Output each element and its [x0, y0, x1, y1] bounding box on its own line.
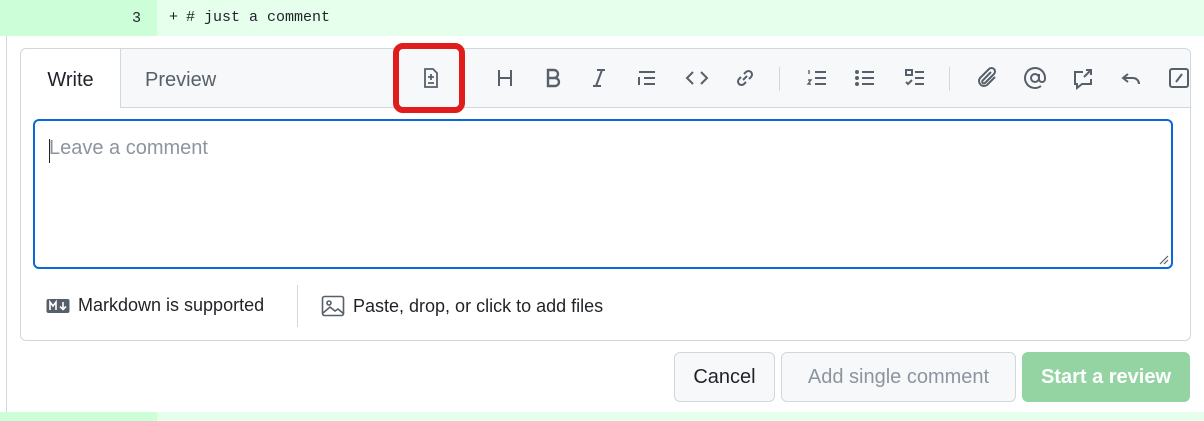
diff-line: 3 + # just a comment	[0, 0, 1204, 36]
attach-files[interactable]: Paste, drop, or click to add files	[321, 295, 603, 317]
tab-preview[interactable]: Preview	[145, 49, 216, 107]
add-suggestion-icon[interactable]	[415, 63, 447, 93]
line-number: 3	[131, 10, 141, 27]
toolbar-separator	[949, 67, 950, 91]
start-review-button[interactable]: Start a review	[1022, 352, 1190, 402]
heading-icon[interactable]	[489, 63, 521, 93]
markdown-label: Markdown is supported	[78, 295, 265, 315]
quote-icon[interactable]	[631, 63, 663, 93]
added-marker: +	[169, 9, 179, 26]
next-line-gutter	[0, 412, 157, 421]
diff-code: + # just a comment	[157, 0, 1204, 36]
editor-footer: Markdown is supported Paste, drop, or cl…	[21, 285, 1190, 329]
ordered-list-icon[interactable]	[801, 63, 833, 93]
add-single-comment-button[interactable]: Add single comment	[781, 352, 1016, 402]
code-icon[interactable]	[681, 63, 713, 93]
comment-placeholder: Leave a comment	[49, 137, 208, 159]
next-line-code	[157, 412, 1204, 421]
line-number-gutter[interactable]: 3	[0, 0, 157, 36]
code-text: # just a comment	[186, 9, 331, 26]
italic-icon[interactable]	[583, 63, 615, 93]
image-icon	[321, 295, 345, 317]
reply-icon[interactable]	[1115, 63, 1147, 93]
editor-header: Write Preview	[21, 43, 1190, 113]
comment-editor: Write Preview Leave a comment Markdown i…	[20, 43, 1191, 341]
cross-reference-icon[interactable]	[1067, 63, 1099, 93]
bold-icon[interactable]	[537, 63, 569, 93]
comment-textarea[interactable]: Leave a comment	[33, 119, 1173, 269]
resize-handle-icon[interactable]	[1157, 253, 1169, 265]
attach-label: Paste, drop, or click to add files	[353, 295, 604, 316]
task-list-icon[interactable]	[899, 63, 931, 93]
toolbar-separator	[779, 67, 780, 91]
mention-icon[interactable]	[1019, 63, 1051, 93]
markdown-hint[interactable]: Markdown is supported	[46, 295, 264, 316]
unordered-list-icon[interactable]	[849, 63, 881, 93]
comment-composer: Write Preview Leave a comment Markdown i…	[6, 36, 1204, 412]
next-diff-line	[0, 412, 1204, 421]
paperclip-icon[interactable]	[971, 63, 1003, 93]
text-caret	[49, 139, 50, 163]
link-icon[interactable]	[729, 63, 761, 93]
slash-commands-icon[interactable]	[1163, 63, 1195, 93]
tab-write[interactable]: Write	[21, 49, 121, 108]
cancel-button[interactable]: Cancel	[674, 352, 775, 402]
markdown-icon	[46, 298, 70, 313]
footer-separator	[297, 285, 298, 327]
